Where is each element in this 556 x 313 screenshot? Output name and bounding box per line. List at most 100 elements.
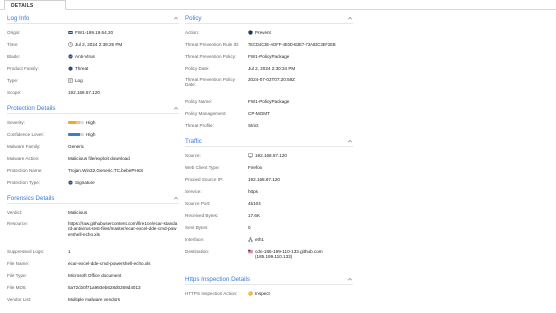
antivirus-icon	[68, 54, 73, 59]
field-label: Origin:	[7, 30, 21, 35]
computer-icon	[248, 153, 253, 158]
field-label: Verdict:	[7, 210, 23, 215]
field-label: Type:	[7, 78, 19, 83]
destination-value: cdn-185-199-110-133.github.com (185.199.…	[248, 249, 353, 260]
field-label: Scope:	[7, 90, 22, 95]
interface-text: eth1	[255, 237, 264, 242]
policy-management-value: CP-MGMT	[248, 111, 270, 116]
field-label: Service:	[185, 189, 202, 194]
tp-policy-value: FW1-PolicyPackage	[248, 54, 290, 59]
protection-details-header[interactable]: Protection Details	[7, 104, 179, 114]
field-label: Threat Prevention Policy:	[185, 54, 237, 59]
field-label: Received Bytes:	[185, 213, 219, 218]
policy-section: Policy Action: Prevent Threat Prevention…	[185, 14, 353, 128]
chevron-up-icon[interactable]	[347, 138, 353, 144]
field-label: Proxied Source IP:	[185, 177, 224, 182]
log-info-header[interactable]: Log Info	[7, 14, 179, 24]
origin-text: FW1-199.19.64.20	[75, 30, 114, 35]
field-label: Threat Prevention Policy Date:	[185, 77, 236, 88]
log-info-title: Log Info	[7, 15, 30, 22]
field-label: Suppressed Logs:	[7, 249, 45, 254]
field-label: Policy Management:	[185, 111, 227, 116]
chevron-up-icon[interactable]	[173, 105, 179, 111]
origin-value: FW1-199.19.64.20	[68, 30, 178, 35]
clock-icon	[68, 42, 73, 47]
field-label: Action:	[185, 30, 200, 35]
confidence-bar	[68, 133, 84, 136]
file-md5-value: 5a72cb0f71a993eb628d0269d4013	[68, 285, 141, 290]
scope-text: 192.168.67.120	[68, 90, 100, 95]
chevron-up-icon[interactable]	[347, 15, 353, 21]
policy-date-value: Jul 2, 2024 2:30:34 PM	[248, 66, 296, 71]
policy-name-value: FW1-PolicyPackage	[248, 99, 290, 104]
field-label: Malware Family:	[7, 144, 41, 149]
https-inspection-section: Https Inspection Details HTTPS Inspectio…	[185, 275, 353, 296]
https-action-text: Inspect	[255, 291, 270, 296]
flag-icon	[248, 249, 253, 254]
gateway-icon	[68, 30, 73, 35]
field-label: Policy Date:	[185, 66, 210, 71]
field-label: Destination:	[185, 249, 210, 254]
chevron-up-icon[interactable]	[347, 276, 353, 282]
field-label: Protection Type:	[7, 180, 41, 185]
traffic-header[interactable]: Traffic	[185, 137, 353, 147]
field-label: Web Client Type:	[185, 165, 220, 170]
field-label: File Type:	[7, 273, 27, 278]
scope-value: 192.168.67.120	[68, 90, 178, 95]
verdict-value: Malicious	[68, 210, 88, 215]
service-value: https	[248, 189, 258, 194]
field-label: File MD5:	[7, 285, 27, 290]
network-icon	[248, 237, 253, 242]
traffic-title: Traffic	[185, 138, 202, 145]
field-label: Threat Profile:	[185, 123, 214, 128]
protection-name-value[interactable]: Trojan.Win32.Generic.TC.bebePHsS	[68, 168, 178, 173]
field-label: Source Port:	[185, 201, 211, 206]
forensics-details-header[interactable]: Forensics Details	[7, 194, 179, 204]
rule-id-value: 7ECD4C3E-ADFF-4E0D-B3E7-73A83C3EF2EB	[248, 42, 336, 47]
threat-profile-value: Strict	[248, 123, 259, 128]
field-label: Product Family:	[7, 66, 39, 71]
malware-family-value: Generic	[68, 144, 85, 149]
field-label: Severity:	[7, 120, 25, 125]
policy-title: Policy	[185, 15, 202, 22]
tab-details[interactable]: DETAILS	[4, 0, 66, 10]
policy-header[interactable]: Policy	[185, 14, 353, 24]
field-label: Malware Action:	[7, 156, 40, 161]
time-text: Jul 2, 2024 2:39:25 PM	[75, 42, 123, 47]
chevron-up-icon[interactable]	[173, 15, 179, 21]
file-type-value: Microsoft Office document	[68, 273, 122, 278]
log-icon	[68, 78, 73, 84]
https-action-value: Inspect	[248, 291, 353, 296]
https-inspection-header[interactable]: Https Inspection Details	[185, 275, 353, 285]
file-name-value: ecar-excel-dde-cmd-powershell-echo.xls	[68, 261, 151, 266]
field-label: Interface:	[185, 237, 205, 242]
field-label: Confidence Level:	[7, 132, 44, 137]
forensics-details-title: Forensics Details	[7, 195, 55, 202]
field-label: Time:	[7, 42, 19, 47]
field-label: Blade:	[7, 54, 21, 59]
field-label: File Name:	[7, 261, 30, 266]
shield-icon	[248, 30, 253, 35]
field-label: Sent Bytes:	[185, 225, 209, 230]
field-label: Policy Name:	[185, 99, 213, 104]
type-value: Log	[68, 78, 178, 84]
traffic-section: Traffic Source: 192.168.67.120 Web Clien…	[185, 137, 353, 259]
product-family-text: Threat	[75, 66, 89, 71]
confidence-value: High	[68, 132, 178, 137]
malware-action-value: Malicious file/exploit download	[68, 156, 130, 161]
chevron-up-icon[interactable]	[173, 195, 179, 201]
time-value: Jul 2, 2024 2:39:25 PM	[68, 42, 178, 47]
severity-bar	[68, 121, 84, 124]
field-label: Threat Prevention Rule ID:	[185, 42, 240, 47]
forensics-details-section: Forensics Details Verdict: Malicious Res…	[7, 194, 179, 302]
https-inspection-title: Https Inspection Details	[185, 276, 250, 283]
threat-icon	[68, 66, 73, 71]
type-text: Log	[75, 78, 83, 83]
resource-value[interactable]: https://raw.githubusercontent.com/fire1c…	[68, 221, 178, 237]
severity-value: High	[68, 120, 178, 125]
protection-details-title: Protection Details	[7, 105, 56, 112]
vendor-list-value: Multiple malware vendors	[68, 297, 121, 302]
protection-type-value: Signature	[68, 180, 178, 185]
field-label: Source:	[185, 153, 201, 158]
signature-icon	[68, 180, 73, 185]
